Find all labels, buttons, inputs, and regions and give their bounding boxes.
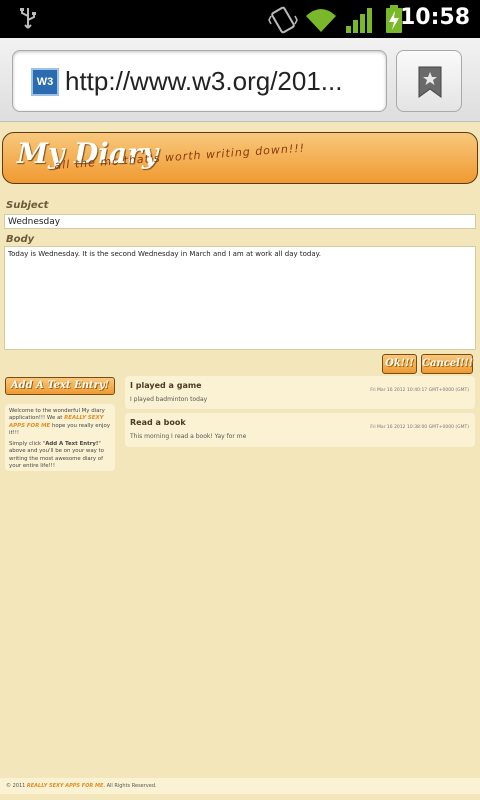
app-header: My Diary all the mc that's worth writing… [2,132,478,184]
footer: © 2011 REALLY SEXY APPS FOR ME. All Righ… [0,778,480,794]
wifi-icon [306,9,336,32]
status-bar: 10:58 [0,0,480,38]
web-page: My Diary all the mc that's worth writing… [0,122,480,800]
bookmark-icon [418,66,442,98]
subject-input[interactable] [4,214,476,229]
entry-title: Read a book [130,418,186,427]
entry-date: Fri Mar 16 2012 10:38:00 GMT+0000 (GMT) [370,425,469,430]
entry-description: This morning I read a book! Yay for me [130,433,247,440]
entry-description: I played badminton today [130,396,208,403]
browser-toolbar: W3 http://www.w3.org/201... [0,38,480,122]
entry-date: Fri Mar 16 2012 10:40:17 GMT+0000 (GMT) [370,388,469,393]
url-field[interactable]: W3 http://www.w3.org/201... [12,50,387,112]
bookmark-button[interactable] [396,50,462,112]
url-text[interactable]: http://www.w3.org/201... [65,66,380,97]
vibrate-icon [268,6,298,34]
cancel-button[interactable]: Cancel!!! [421,354,473,374]
clock: 10:58 [399,5,470,30]
welcome-text: Welcome to the wonderful My diary applic… [9,408,111,436]
footer-brand: REALLY SEXY APPS FOR ME [26,783,104,789]
ok-button[interactable]: Ok!!! [382,354,417,374]
diary-entry[interactable]: Read a book This morning I read a book! … [125,413,475,447]
entry-title: I played a game [130,381,202,390]
usb-icon [20,8,36,29]
body-label: Body [6,234,35,245]
add-text-entry-button[interactable]: Add A Text Entry! [5,377,115,395]
diary-entry[interactable]: I played a game I played badminton today… [125,376,475,409]
instructions-text: Simply click "Add A Text Entry!" above a… [9,441,104,470]
favicon-icon: W3 [31,68,59,96]
welcome-box: Welcome to the wonderful My diary applic… [5,404,115,471]
body-textarea[interactable]: Today is Wednesday. It is the second Wed… [4,246,476,350]
signal-icon [346,8,372,33]
subject-label: Subject [6,200,49,211]
